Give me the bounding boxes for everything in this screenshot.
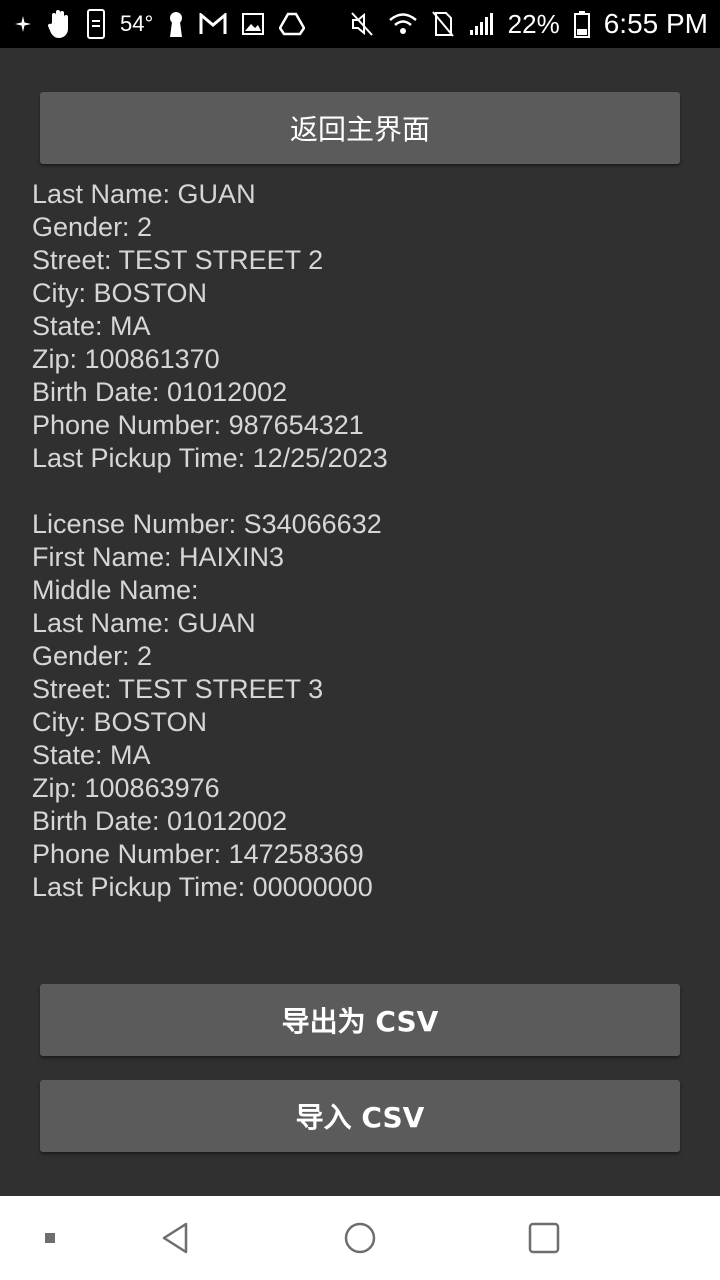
clock-time: 6:55 PM	[603, 8, 708, 39]
status-bar-right: 22% 6:55 PM	[350, 8, 708, 40]
phone-sync-icon	[86, 9, 106, 39]
status-bar-left: 54°	[14, 9, 306, 39]
record-line: Street: TEST STREET 2	[32, 245, 324, 275]
records-list: Last Name: GUAN Gender: 2 Street: TEST S…	[32, 178, 692, 904]
import-csv-button[interactable]: 导入 CSV	[40, 1080, 680, 1152]
record-line: Gender: 2	[32, 641, 153, 671]
wifi-icon	[388, 9, 418, 39]
record-line: Zip: 100861370	[32, 344, 220, 374]
record-1: Last Name: GUAN Gender: 2 Street: TEST S…	[32, 178, 692, 475]
record-line: State: MA	[32, 311, 151, 341]
record-line: Last Name: GUAN	[32, 608, 256, 638]
record-line: City: BOSTON	[32, 707, 208, 737]
record-line: First Name: HAIXIN3	[32, 542, 285, 572]
tracking-icon	[14, 9, 32, 39]
battery-icon	[573, 9, 590, 39]
drive-icon	[279, 9, 306, 39]
record-line: Gender: 2	[32, 212, 153, 242]
app-content: 返回主界面 Last Name: GUAN Gender: 2 Street: …	[0, 48, 720, 1196]
hand-icon	[46, 9, 72, 39]
record-line: Zip: 100863976	[32, 773, 220, 803]
record-line: Birth Date: 01012002	[32, 806, 288, 836]
record-line: Phone Number: 987654321	[32, 410, 364, 440]
no-sim-icon	[431, 9, 454, 39]
record-line: Last Name: GUAN	[32, 179, 256, 209]
keyhole-icon	[167, 9, 185, 39]
recents-icon[interactable]	[509, 1196, 579, 1280]
export-csv-button[interactable]: 导出为 CSV	[40, 984, 680, 1056]
record-line: Last Pickup Time: 00000000	[32, 872, 373, 902]
record-line: Last Pickup Time: 12/25/2023	[32, 443, 388, 473]
record-2: License Number: S34066632 First Name: HA…	[32, 508, 692, 904]
temperature-label: 54°	[120, 11, 154, 36]
signal-icon	[468, 9, 494, 39]
record-line: Middle Name:	[32, 575, 199, 605]
record-line: City: BOSTON	[32, 278, 208, 308]
navigation-bar	[0, 1196, 720, 1280]
record-line: State: MA	[32, 740, 151, 770]
gmail-icon	[199, 9, 227, 39]
record-line: Phone Number: 147258369	[32, 839, 364, 869]
status-bar: 54° 22% 6:55 PM	[0, 0, 720, 48]
home-icon[interactable]	[325, 1196, 395, 1280]
back-icon[interactable]	[140, 1196, 210, 1280]
battery-percent: 22%	[507, 8, 560, 39]
mute-icon	[350, 9, 374, 39]
record-line: Birth Date: 01012002	[32, 377, 288, 407]
back-to-main-button[interactable]: 返回主界面	[40, 92, 680, 164]
gallery-icon	[241, 9, 265, 39]
dot-icon	[30, 1196, 70, 1280]
record-separator	[32, 475, 692, 508]
record-line: License Number: S34066632	[32, 509, 382, 539]
record-line: Street: TEST STREET 3	[32, 674, 324, 704]
